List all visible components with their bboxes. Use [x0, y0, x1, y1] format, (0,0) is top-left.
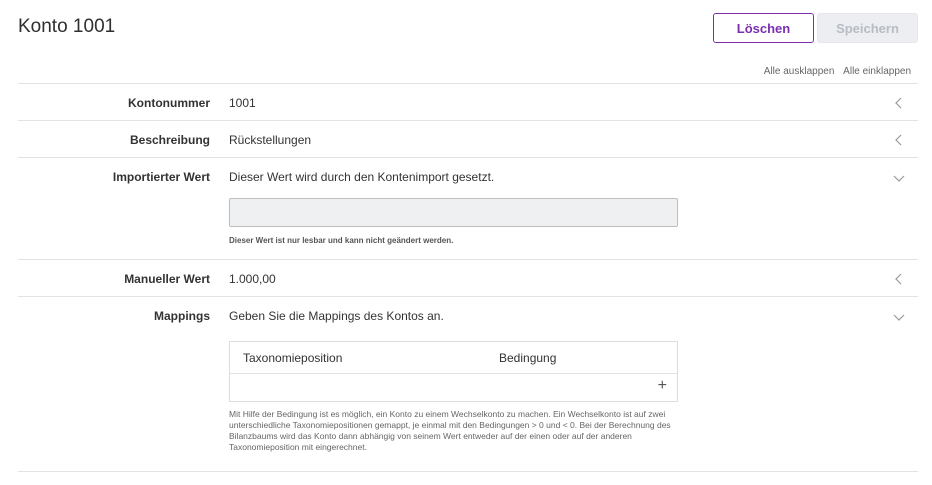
importierter-wert-field: [229, 198, 678, 227]
kontonummer-label: Kontonummer: [128, 96, 210, 110]
row-kontonummer[interactable]: Kontonummer 1001: [18, 83, 918, 121]
manueller-wert-value: 1.000,00: [229, 272, 276, 286]
column-header-bedingung: Bedingung: [499, 351, 557, 365]
beschreibung-value: Rückstellungen: [229, 133, 312, 147]
page-title: Konto 1001: [18, 16, 116, 37]
divider: [18, 471, 918, 472]
importierter-wert-hint: Dieser Wert ist nur lesbar und kann nich…: [229, 236, 454, 245]
beschreibung-label: Beschreibung: [129, 133, 210, 147]
mappings-hint: Mit Hilfe der Bedingung ist es möglich, …: [229, 409, 671, 452]
delete-button[interactable]: Löschen: [713, 13, 814, 43]
expand-all-link[interactable]: Alle ausklappen: [764, 66, 835, 77]
collapse-all-link[interactable]: Alle einklappen: [843, 66, 911, 77]
row-mappings[interactable]: Mappings Geben Sie die Mappings des Kont…: [18, 296, 918, 472]
row-importierter-wert[interactable]: Importierter Wert Dieser Wert wird durch…: [18, 157, 918, 260]
kontonummer-value: 1001: [229, 96, 256, 110]
add-mapping-button[interactable]: +: [658, 378, 667, 394]
chevron-left-icon[interactable]: [892, 96, 906, 110]
row-manueller-wert[interactable]: Manueller Wert 1.000,00: [18, 259, 918, 297]
row-beschreibung[interactable]: Beschreibung Rückstellungen: [18, 120, 918, 158]
expand-controls: Alle ausklappen Alle einklappen: [758, 66, 911, 77]
chevron-left-icon[interactable]: [892, 272, 906, 286]
importierter-wert-description: Dieser Wert wird durch den Kontenimport …: [229, 170, 495, 184]
manueller-wert-label: Manueller Wert: [124, 272, 210, 286]
importierter-wert-label: Importierter Wert: [112, 170, 210, 184]
save-button[interactable]: Speichern: [817, 13, 918, 43]
chevron-down-icon[interactable]: [892, 171, 906, 185]
chevron-left-icon[interactable]: [892, 133, 906, 147]
mappings-description: Geben Sie die Mappings des Kontos an.: [229, 309, 444, 323]
table-divider: [230, 373, 677, 374]
chevron-down-icon[interactable]: [892, 310, 906, 324]
column-header-taxonomieposition: Taxonomieposition: [243, 351, 343, 365]
mappings-label: Mappings: [154, 309, 210, 323]
mappings-table: Taxonomieposition Bedingung +: [229, 341, 678, 402]
